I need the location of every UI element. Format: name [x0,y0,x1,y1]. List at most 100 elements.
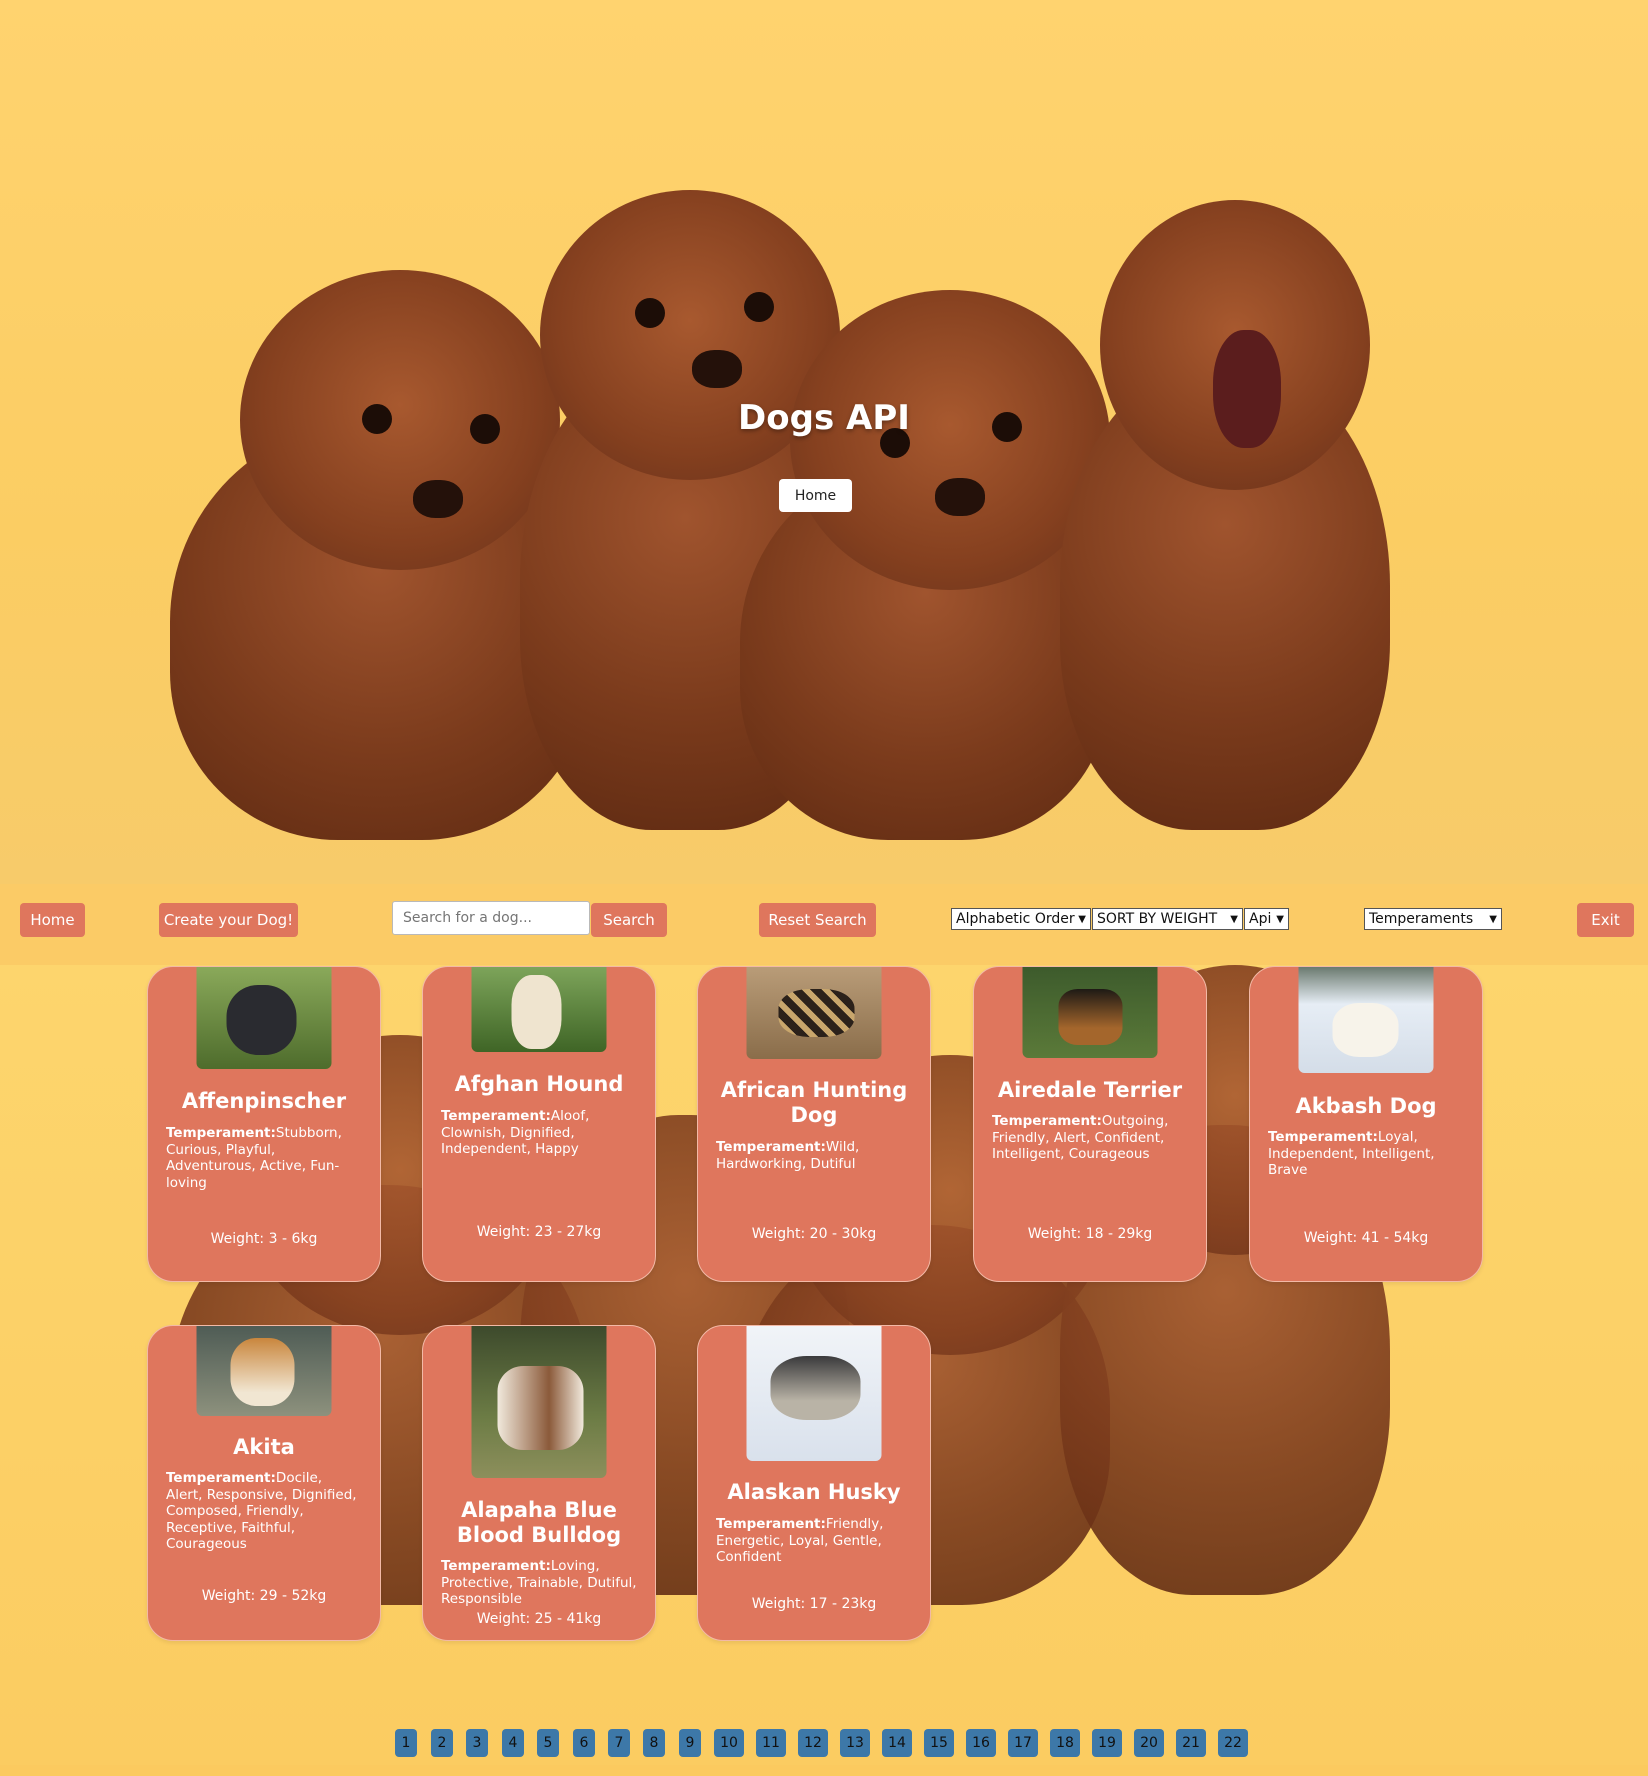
dog-name: Affenpinscher [181,1089,347,1113]
puppy-nose [413,480,463,518]
temperament-label: Temperament: [166,1470,276,1486]
dog-weight: Weight: 25 - 41kg [476,1611,602,1627]
dog-temperament: Temperament:Stubborn, Curious, Playful, … [166,1125,362,1191]
dog-name: Alaskan Husky [727,1480,901,1504]
dog-photo [471,1326,607,1478]
dog-silhouette [226,985,297,1055]
dog-weight: Weight: 41 - 54kg [1303,1230,1429,1246]
reset-search-button[interactable]: Reset Search [759,903,876,937]
dog-name: Afghan Hound [454,1072,624,1096]
dog-photo [746,1326,882,1461]
dog-temperament: Temperament:Loyal, Independent, Intellig… [1268,1129,1464,1179]
dog-photo [471,967,607,1052]
page-button[interactable]: 7 [608,1729,630,1757]
page-button[interactable]: 21 [1176,1729,1206,1757]
temperament-label: Temperament: [441,1108,551,1124]
page-button[interactable]: 3 [466,1729,488,1757]
dog-temperament: Temperament:Aloof, Clownish, Dignified, … [441,1108,637,1158]
nav-bar: Home Create your Dog! Search Reset Searc… [0,884,1648,965]
dog-silhouette [497,1366,584,1450]
temperament-label: Temperament: [992,1113,1102,1129]
page-button[interactable]: 10 [714,1729,744,1757]
dog-weight: Weight: 20 - 30kg [751,1226,877,1242]
page-button[interactable]: 11 [756,1729,786,1757]
source-value: Api [1249,911,1272,927]
page-title: Dogs API [738,398,910,438]
page-button[interactable]: 14 [882,1729,912,1757]
page-button[interactable]: 6 [573,1729,595,1757]
search-button[interactable]: Search [591,903,667,937]
dog-card[interactable]: Affenpinscher Temperament:Stubborn, Curi… [147,966,381,1282]
page-button[interactable]: 2 [431,1729,453,1757]
dog-card[interactable]: Airedale Terrier Temperament:Outgoing, F… [973,966,1207,1282]
footer-strip [0,1765,1648,1776]
dog-silhouette [1058,989,1123,1045]
create-dog-button[interactable]: Create your Dog! [159,903,298,937]
dog-weight: Weight: 18 - 29kg [1027,1226,1153,1242]
dog-weight: Weight: 29 - 52kg [201,1588,327,1604]
page-button[interactable]: 20 [1134,1729,1164,1757]
dog-name: Airedale Terrier [997,1078,1183,1102]
page-button[interactable]: 22 [1218,1729,1248,1757]
dog-name: Akita [233,1435,295,1459]
page-button[interactable]: 5 [537,1729,559,1757]
dog-silhouette [230,1338,295,1406]
exit-button[interactable]: Exit [1577,903,1634,937]
puppy-eye [635,298,665,328]
temperament-select[interactable]: Temperaments ▼ [1364,908,1502,930]
dog-card[interactable]: Akbash Dog Temperament:Loyal, Independen… [1249,966,1483,1282]
dog-weight: Weight: 3 - 6kg [210,1231,318,1247]
dog-photo [746,967,882,1059]
page-button[interactable]: 17 [1008,1729,1038,1757]
dog-card[interactable]: Akita Temperament:Docile, Alert, Respons… [147,1325,381,1641]
page-button[interactable]: 9 [679,1729,701,1757]
dog-photo [196,967,332,1069]
dog-silhouette [770,1356,861,1420]
page-button[interactable]: 1 [395,1729,417,1757]
source-select[interactable]: Api ▼ [1244,908,1289,930]
alphabetic-order-value: Alphabetic Order [956,911,1075,927]
dog-temperament: Temperament:Loving, Protective, Trainabl… [441,1558,637,1608]
dog-temperament: Temperament:Wild, Hardworking, Dutiful [716,1139,912,1172]
page-button[interactable]: 13 [840,1729,870,1757]
weight-sort-value: SORT BY WEIGHT [1097,911,1218,927]
dog-name: Akbash Dog [1295,1094,1437,1118]
dog-card[interactable]: African Hunting Dog Temperament:Wild, Ha… [697,966,931,1282]
dog-card[interactable]: Alapaha Blue Blood Bulldog Temperament:L… [422,1325,656,1641]
puppy-nose [692,350,742,388]
hero-banner [0,0,1648,884]
hero-home-button[interactable]: Home [779,479,852,512]
alphabetic-order-select[interactable]: Alphabetic Order ▼ [951,908,1091,930]
dog-weight: Weight: 23 - 27kg [476,1224,602,1240]
dog-name: African Hunting Dog [720,1078,908,1127]
temperament-label: Temperament: [166,1125,276,1141]
temperament-select-value: Temperaments [1369,911,1474,927]
dog-name: Alapaha Blue Blood Bulldog [456,1498,622,1547]
page-button[interactable]: 18 [1050,1729,1080,1757]
page-button[interactable]: 15 [924,1729,954,1757]
chevron-down-icon: ▼ [1078,913,1086,925]
home-button[interactable]: Home [20,903,85,937]
page-button[interactable]: 8 [643,1729,665,1757]
page-button[interactable]: 16 [966,1729,996,1757]
temperament-label: Temperament: [441,1558,551,1574]
dog-silhouette [511,975,562,1049]
page-button[interactable]: 4 [502,1729,524,1757]
dog-silhouette [778,989,855,1037]
puppy-eye [744,292,774,322]
dog-photo [1022,967,1158,1058]
puppy-nose [935,478,985,516]
page-button[interactable]: 19 [1092,1729,1122,1757]
dog-card[interactable]: Alaskan Husky Temperament:Friendly, Ener… [697,1325,931,1641]
search-input[interactable] [392,901,590,935]
dog-silhouette [1332,1003,1399,1057]
dog-photo [196,1326,332,1416]
chevron-down-icon: ▼ [1230,913,1238,925]
chevron-down-icon: ▼ [1276,913,1284,925]
dog-temperament: Temperament:Docile, Alert, Responsive, D… [166,1470,362,1553]
dog-temperament: Temperament:Outgoing, Friendly, Alert, C… [992,1113,1188,1163]
dog-card[interactable]: Afghan Hound Temperament:Aloof, Clownish… [422,966,656,1282]
dog-photo [1298,967,1434,1073]
page-button[interactable]: 12 [798,1729,828,1757]
weight-sort-select[interactable]: SORT BY WEIGHT ▼ [1092,908,1243,930]
